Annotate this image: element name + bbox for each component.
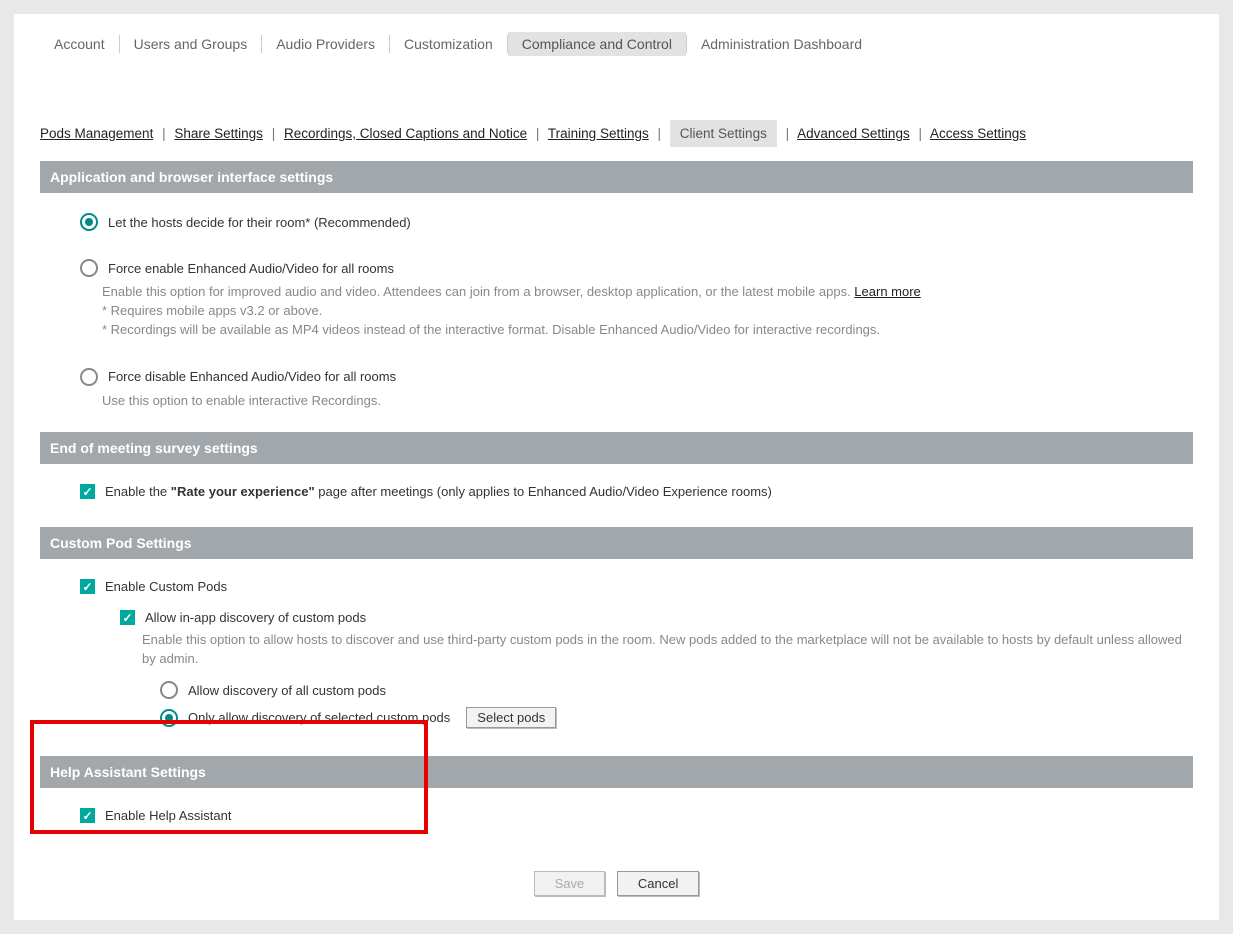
desc-force-disable: Use this option to enable interactive Re… — [102, 392, 1183, 411]
sub-nav: Pods Management | Share Settings | Recor… — [40, 120, 1193, 147]
option-enable-custom-pods: Enable Custom Pods — [80, 579, 1183, 594]
checkbox-enable-custom-pods[interactable] — [80, 579, 95, 594]
subnav-advanced-settings[interactable]: Advanced Settings — [797, 126, 910, 141]
survey-suffix: page after meetings (only applies to Enh… — [318, 484, 772, 499]
subnav-divider: | — [162, 126, 166, 141]
cancel-button[interactable]: Cancel — [617, 871, 699, 896]
desc-allow-discovery: Enable this option to allow hosts to dis… — [142, 631, 1183, 669]
topnav-users-groups[interactable]: Users and Groups — [120, 32, 262, 56]
option-enable-help: Enable Help Assistant — [80, 808, 1183, 823]
label-allow-discovery: Allow in-app discovery of custom pods — [145, 610, 366, 625]
subnav-divider: | — [536, 126, 540, 141]
radio-allow-all[interactable] — [160, 681, 178, 699]
section-body-help: Enable Help Assistant — [40, 788, 1193, 845]
topnav-admin-dashboard[interactable]: Administration Dashboard — [687, 32, 876, 56]
option-allow-all: Allow discovery of all custom pods — [160, 681, 1183, 699]
page-container: Account Users and Groups Audio Providers… — [14, 14, 1219, 920]
desc-force-enable-line3: * Recordings will be available as MP4 vi… — [102, 322, 880, 337]
section-header-app-browser: Application and browser interface settin… — [40, 161, 1193, 193]
subnav-recordings-cc-notice[interactable]: Recordings, Closed Captions and Notice — [284, 126, 527, 141]
subnav-divider: | — [786, 126, 790, 141]
section-header-help: Help Assistant Settings — [40, 756, 1193, 788]
option-allow-discovery: Allow in-app discovery of custom pods — [120, 610, 1183, 625]
label-force-disable: Force disable Enhanced Audio/Video for a… — [108, 369, 396, 384]
section-body-app-browser: Let the hosts decide for their room* (Re… — [40, 193, 1193, 426]
option-force-enable: Force enable Enhanced Audio/Video for al… — [80, 259, 1183, 277]
subnav-training-settings[interactable]: Training Settings — [548, 126, 649, 141]
label-enable-survey: Enable the "Rate your experience" page a… — [105, 484, 772, 499]
label-only-selected: Only allow discovery of selected custom … — [188, 710, 450, 725]
radio-force-disable[interactable] — [80, 368, 98, 386]
radio-force-enable[interactable] — [80, 259, 98, 277]
topnav-compliance-control[interactable]: Compliance and Control — [508, 32, 686, 56]
topnav-customization[interactable]: Customization — [390, 32, 507, 56]
section-header-survey: End of meeting survey settings — [40, 432, 1193, 464]
checkbox-allow-discovery[interactable] — [120, 610, 135, 625]
learn-more-link[interactable]: Learn more — [854, 284, 920, 299]
subnav-client-settings[interactable]: Client Settings — [670, 120, 777, 147]
label-force-enable: Force enable Enhanced Audio/Video for al… — [108, 261, 394, 276]
option-enable-survey: Enable the "Rate your experience" page a… — [80, 484, 1183, 499]
subnav-share-settings[interactable]: Share Settings — [174, 126, 263, 141]
select-pods-button[interactable]: Select pods — [466, 707, 556, 728]
label-allow-all: Allow discovery of all custom pods — [188, 683, 386, 698]
desc-force-enable-line2: * Requires mobile apps v3.2 or above. — [102, 303, 322, 318]
topnav-audio-providers[interactable]: Audio Providers — [262, 32, 389, 56]
survey-prefix: Enable the — [105, 484, 171, 499]
label-enable-custom-pods: Enable Custom Pods — [105, 579, 227, 594]
checkbox-enable-help[interactable] — [80, 808, 95, 823]
survey-bold: "Rate your experience" — [171, 484, 315, 499]
subnav-divider: | — [658, 126, 662, 141]
subnav-divider: | — [272, 126, 276, 141]
checkbox-enable-survey[interactable] — [80, 484, 95, 499]
label-enable-help: Enable Help Assistant — [105, 808, 231, 823]
section-header-custom-pod: Custom Pod Settings — [40, 527, 1193, 559]
button-row: Save Cancel — [40, 871, 1193, 896]
subnav-pods-management[interactable]: Pods Management — [40, 126, 153, 141]
option-only-selected: Only allow discovery of selected custom … — [160, 707, 1183, 728]
option-host-decide: Let the hosts decide for their room* (Re… — [80, 213, 1183, 231]
option-force-disable: Force disable Enhanced Audio/Video for a… — [80, 368, 1183, 386]
topnav-account[interactable]: Account — [40, 32, 119, 56]
label-host-decide: Let the hosts decide for their room* (Re… — [108, 215, 411, 230]
desc-force-enable-line1: Enable this option for improved audio an… — [102, 284, 854, 299]
subnav-divider: | — [918, 126, 922, 141]
radio-only-selected[interactable] — [160, 709, 178, 727]
desc-force-enable: Enable this option for improved audio an… — [102, 283, 1183, 340]
top-nav: Account Users and Groups Audio Providers… — [40, 24, 1193, 70]
save-button[interactable]: Save — [534, 871, 606, 896]
section-body-survey: Enable the "Rate your experience" page a… — [40, 464, 1193, 521]
subnav-access-settings[interactable]: Access Settings — [930, 126, 1026, 141]
section-body-custom-pod: Enable Custom Pods Allow in-app discover… — [40, 559, 1193, 750]
radio-host-decide[interactable] — [80, 213, 98, 231]
